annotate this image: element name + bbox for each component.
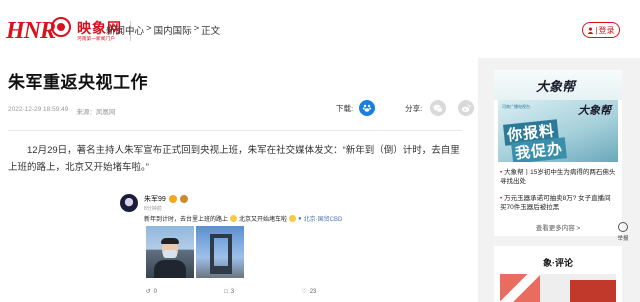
location-pin-icon: ● bbox=[298, 215, 302, 222]
warning-icon bbox=[618, 222, 628, 232]
report-label: 举报 bbox=[617, 236, 629, 242]
weibo-location[interactable]: 北京·国贸CBD bbox=[304, 214, 343, 223]
sidebar-news-card: 大象帮 河南广播电视台 大象帮 你报料 我促办 • 大象帮丨15岁初中生为病得的… bbox=[494, 70, 622, 236]
login-button[interactable]: | 登录 bbox=[582, 22, 620, 38]
comment-icon: □ bbox=[224, 288, 228, 295]
breadcrumb-separator: > bbox=[146, 23, 152, 34]
report-button[interactable]: 举报 bbox=[614, 222, 632, 246]
see-more-link[interactable]: 查看更多内容 > bbox=[494, 222, 622, 232]
cctv-building-photo[interactable] bbox=[196, 226, 244, 278]
weibo-text-main: 新年到计时，去台里上班的路上 bbox=[144, 217, 229, 223]
comments-title: 象·评论 bbox=[543, 258, 573, 268]
logo-badge-icon bbox=[51, 17, 72, 37]
logo-mark: HNR bbox=[6, 17, 56, 44]
article-title: 朱军重返央视工作 bbox=[8, 73, 148, 92]
share-label: 分享: bbox=[405, 103, 423, 113]
sidebar-news-item[interactable]: • 大象帮丨15岁初中生为病得的两石佛头寻找出处 bbox=[500, 168, 616, 186]
article-meta: 2022-12-29 18:59:49 来源：凤凰网 bbox=[8, 106, 115, 116]
article-divider bbox=[8, 130, 462, 131]
login-label: 登录 bbox=[598, 25, 615, 35]
weibo-username-row: 朱军99 bbox=[144, 194, 188, 204]
publish-date: 2022-12-29 18:59:49 bbox=[8, 106, 69, 113]
weibo-time: 8分钟前 bbox=[144, 206, 162, 212]
comments-section: 象·评论 bbox=[494, 246, 622, 302]
user-icon bbox=[588, 27, 594, 34]
article-panel: 朱军重返央视工作 2022-12-29 18:59:49 来源：凤凰网 下载: … bbox=[0, 58, 478, 302]
weibo-text-tail: 北京又开始堵车啦 bbox=[239, 217, 288, 223]
verified-badge-icon bbox=[168, 195, 177, 203]
sidebar-banner[interactable]: 河南广播电视台 大象帮 你报料 我促办 bbox=[498, 100, 618, 162]
like-count[interactable]: ♡ 23 bbox=[301, 288, 316, 296]
top-navigation-bar: HNR 映象网 河南第一新闻门户 新闻中心 > 国内国际 > 正文 | 登录 bbox=[0, 0, 640, 58]
weibo-username: 朱军99 bbox=[144, 196, 166, 203]
avatar bbox=[120, 194, 138, 212]
breadcrumb-separator: > bbox=[193, 23, 200, 34]
paw-icon[interactable] bbox=[359, 100, 376, 116]
breadcrumb-domestic-international[interactable]: 国内国际 bbox=[154, 23, 192, 37]
download-label: 下载: bbox=[336, 103, 354, 113]
sidebar-header: 大象帮 bbox=[494, 70, 622, 100]
sidebar-brand: 大象帮 bbox=[536, 79, 576, 94]
laugh-emoji-icon bbox=[289, 215, 297, 222]
selfie-photo[interactable] bbox=[146, 226, 194, 278]
smile-emoji-icon bbox=[230, 215, 238, 222]
banner-tag: 河南广播电视台 bbox=[502, 104, 530, 109]
breadcrumb: 新闻中心 > 国内国际 > 正文 bbox=[106, 23, 220, 37]
repost-count[interactable]: ↺ 0 bbox=[145, 288, 157, 296]
like-icon: ♡ bbox=[301, 289, 307, 295]
embedded-weibo-post: 朱军99 8分钟前 新年到计时，去台里上班的路上 北京又开始堵车啦 ● 北京·国… bbox=[112, 188, 350, 302]
weibo-stats: ↺ 0 □ 3 ♡ 23 bbox=[112, 288, 350, 296]
sidebar-news-item[interactable]: • 万元玉器承诺可抽卖8万? 女子直播间买70件玉器后被拉黑 bbox=[500, 194, 616, 212]
article-source: 来源：凤凰网 bbox=[76, 109, 116, 116]
banner-line-2: 我促办 bbox=[511, 137, 567, 162]
article-actions: 下载: 分享: bbox=[336, 100, 475, 116]
article-paragraph: 12月29日，著名主持人朱军宣布正式回到央视上班，朱军在社交媒体发文：“新年到（… bbox=[8, 145, 460, 173]
wechat-icon[interactable] bbox=[430, 100, 447, 116]
weibo-icon[interactable] bbox=[458, 100, 475, 116]
breadcrumb-current: 正文 bbox=[201, 26, 221, 37]
weibo-text: 新年到计时，去台里上班的路上 北京又开始堵车啦 ● 北京·国贸CBD bbox=[144, 214, 342, 223]
banner-brand: 大象帮 bbox=[578, 105, 611, 117]
comments-banner-image[interactable] bbox=[500, 274, 616, 302]
breadcrumb-news-center[interactable]: 新闻中心 bbox=[106, 23, 144, 37]
member-crown-icon bbox=[179, 195, 188, 203]
comment-count[interactable]: □ 3 bbox=[224, 288, 234, 295]
repost-icon: ↺ bbox=[145, 289, 151, 295]
